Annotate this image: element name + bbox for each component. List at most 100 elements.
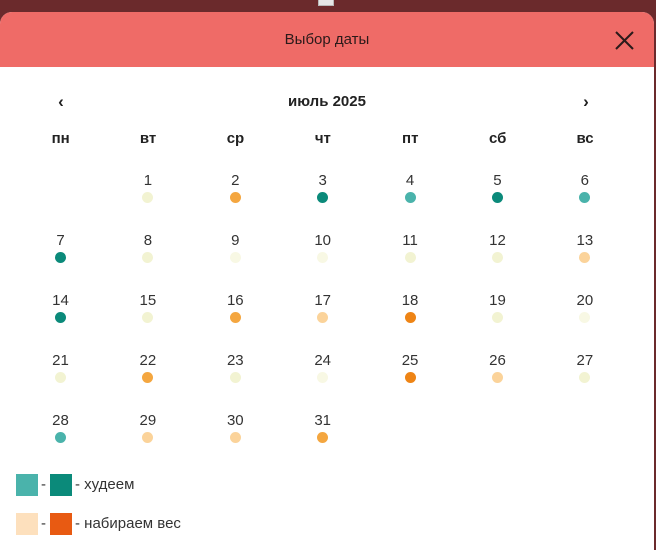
day-status-dot bbox=[404, 192, 416, 203]
day-number: 16 bbox=[226, 292, 244, 309]
day-status-dot bbox=[317, 372, 329, 383]
calendar-day[interactable]: 3 bbox=[279, 170, 366, 230]
day-number: 7 bbox=[56, 232, 65, 249]
day-status-dot bbox=[142, 312, 154, 323]
day-number: 8 bbox=[143, 232, 153, 249]
calendar-day[interactable]: 20 bbox=[541, 290, 628, 350]
calendar-day[interactable]: 28 bbox=[17, 410, 104, 470]
weekday-thu: чт bbox=[314, 130, 331, 147]
day-status-dot bbox=[229, 192, 241, 203]
calendar-day[interactable]: 27 bbox=[541, 350, 628, 410]
day-number: 15 bbox=[139, 292, 157, 309]
day-status-dot bbox=[55, 312, 66, 323]
day-status-dot bbox=[229, 312, 241, 323]
close-icon bbox=[615, 31, 634, 50]
legend-dash: - bbox=[41, 515, 46, 532]
calendar-day[interactable]: 8 bbox=[104, 230, 191, 290]
prev-month-button[interactable]: ‹ bbox=[49, 90, 73, 114]
calendar-day[interactable]: 18 bbox=[367, 290, 454, 350]
calendar-day[interactable]: 4 bbox=[367, 170, 454, 230]
day-number: 26 bbox=[489, 352, 506, 369]
calendar-day[interactable]: 23 bbox=[192, 350, 279, 410]
calendar-day[interactable]: 31 bbox=[279, 410, 366, 470]
calendar-empty-cell bbox=[17, 170, 104, 230]
day-number: 5 bbox=[493, 172, 502, 189]
day-status-dot bbox=[229, 432, 241, 443]
calendar-day[interactable]: 24 bbox=[279, 350, 366, 410]
calendar-day[interactable]: 10 bbox=[279, 230, 366, 290]
day-number: 3 bbox=[318, 172, 327, 189]
day-status-dot bbox=[317, 312, 329, 323]
calendar-day[interactable]: 25 bbox=[367, 350, 454, 410]
day-status-dot bbox=[142, 372, 154, 383]
day-status-dot bbox=[404, 372, 416, 383]
calendar-day[interactable]: 12 bbox=[454, 230, 541, 290]
calendar-day[interactable]: 16 bbox=[192, 290, 279, 350]
calendar-day[interactable]: 11 bbox=[367, 230, 454, 290]
window-drag-handle[interactable] bbox=[318, 0, 334, 6]
calendar-day[interactable]: 30 bbox=[192, 410, 279, 470]
day-status-dot bbox=[491, 312, 503, 323]
day-number: 22 bbox=[139, 352, 157, 369]
day-status-dot bbox=[229, 372, 241, 383]
day-status-dot bbox=[579, 372, 591, 383]
day-number: 23 bbox=[226, 352, 244, 369]
calendar-day[interactable]: 22 bbox=[104, 350, 191, 410]
calendar-day[interactable]: 29 bbox=[104, 410, 191, 470]
calendar-days-grid: 1 2 3 4 5 6 7 8 9 10 11 12 13 14 15 16 17 18 19 20 21 22 23 24 2… bbox=[17, 170, 629, 470]
day-number: 20 bbox=[576, 292, 594, 309]
day-status-dot bbox=[55, 372, 66, 383]
calendar-day[interactable]: 26 bbox=[454, 350, 541, 410]
calendar-day[interactable]: 14 bbox=[17, 290, 104, 350]
day-status-dot bbox=[491, 252, 503, 263]
day-number: 18 bbox=[401, 292, 419, 309]
date-picker-dialog: Выбор даты ‹ июль 2025 › пн вт ср чт пт … bbox=[0, 12, 654, 550]
day-status-dot bbox=[491, 192, 503, 203]
calendar-day[interactable]: 17 bbox=[279, 290, 366, 350]
day-status-dot bbox=[317, 432, 329, 443]
calendar-day[interactable]: 7 bbox=[17, 230, 104, 290]
close-button[interactable] bbox=[609, 25, 639, 55]
weekday-sun: вс bbox=[576, 130, 594, 147]
legend-label-lose: - худеем bbox=[75, 476, 135, 493]
day-number: 14 bbox=[52, 292, 69, 309]
dialog-title: Выбор даты bbox=[284, 31, 370, 48]
calendar-day[interactable]: 13 bbox=[541, 230, 628, 290]
calendar-day[interactable]: 1 bbox=[104, 170, 191, 230]
weekday-tue: вт bbox=[139, 130, 157, 147]
day-status-dot bbox=[55, 432, 66, 443]
day-number: 1 bbox=[143, 172, 153, 189]
calendar-day[interactable]: 21 bbox=[17, 350, 104, 410]
month-navigation: ‹ июль 2025 › bbox=[0, 90, 654, 114]
day-number: 4 bbox=[405, 172, 415, 189]
legend-label-gain: - набираем вес bbox=[75, 515, 181, 532]
calendar-day[interactable]: 2 bbox=[192, 170, 279, 230]
legend: - - худеем - - набираем вес bbox=[16, 474, 316, 550]
day-status-dot bbox=[142, 432, 154, 443]
weekday-wed: ср bbox=[226, 130, 245, 147]
weekday-fri: пт bbox=[402, 130, 419, 147]
day-number: 29 bbox=[139, 412, 157, 429]
weekday-sat: сб bbox=[488, 130, 507, 147]
day-number: 6 bbox=[580, 172, 590, 189]
day-number: 28 bbox=[52, 412, 69, 429]
legend-swatch-gain-strong bbox=[50, 513, 72, 535]
day-number: 10 bbox=[314, 232, 332, 249]
day-number: 27 bbox=[576, 352, 594, 369]
day-status-dot bbox=[317, 252, 329, 263]
calendar-day[interactable]: 19 bbox=[454, 290, 541, 350]
calendar-day[interactable]: 6 bbox=[541, 170, 628, 230]
day-number: 30 bbox=[226, 412, 244, 429]
day-number: 9 bbox=[231, 232, 240, 249]
day-number: 19 bbox=[489, 292, 506, 309]
day-number: 21 bbox=[52, 352, 69, 369]
day-number: 17 bbox=[314, 292, 332, 309]
day-number: 24 bbox=[314, 352, 332, 369]
next-month-button[interactable]: › bbox=[574, 90, 598, 114]
weekday-mon: пн bbox=[51, 130, 70, 147]
dialog-header: Выбор даты bbox=[0, 12, 654, 67]
calendar-day[interactable]: 9 bbox=[192, 230, 279, 290]
calendar-day[interactable]: 15 bbox=[104, 290, 191, 350]
day-status-dot bbox=[142, 252, 154, 263]
calendar-day[interactable]: 5 bbox=[454, 170, 541, 230]
